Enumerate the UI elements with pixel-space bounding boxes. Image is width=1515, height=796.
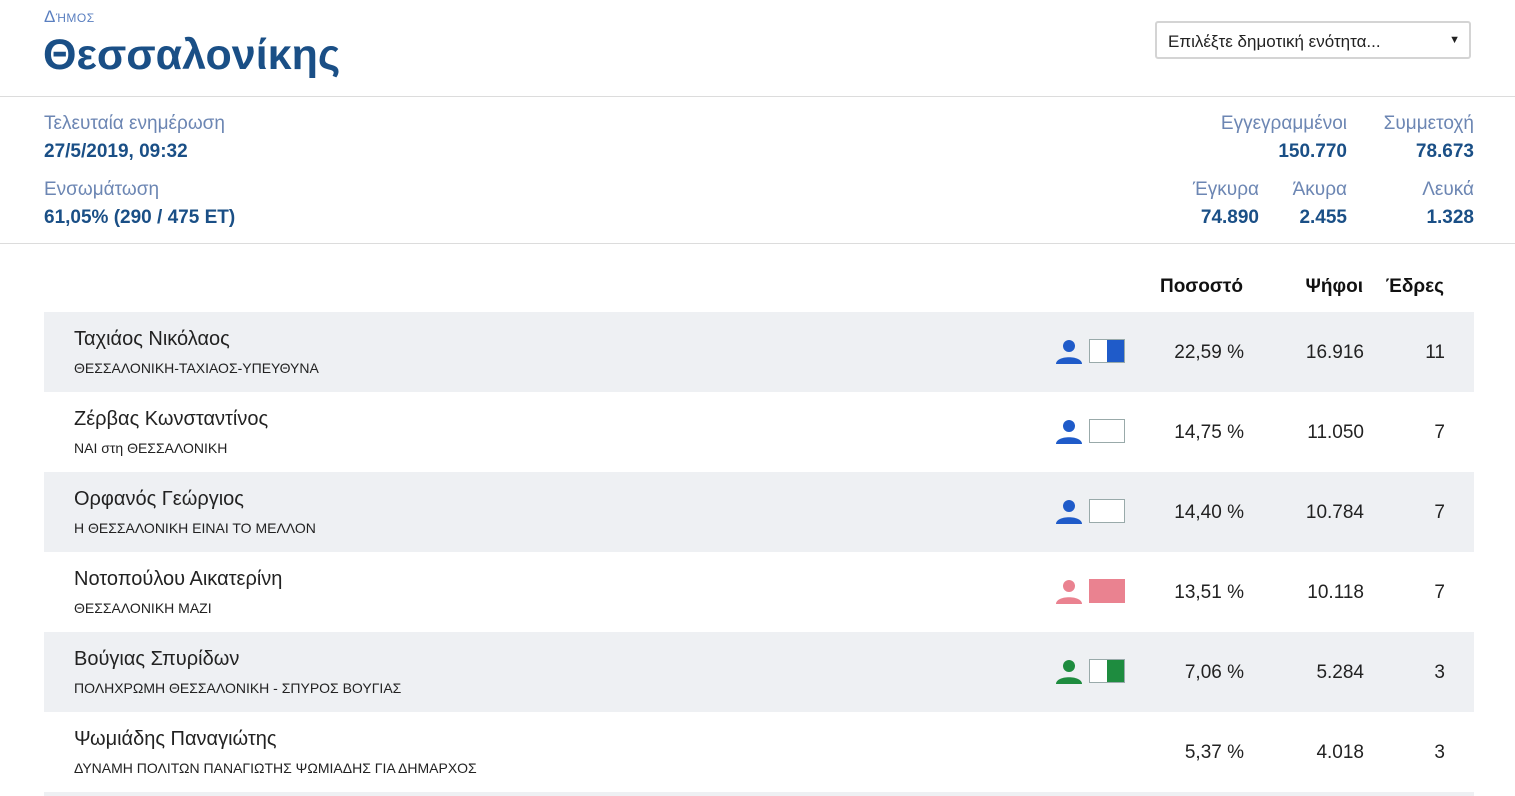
unit-select[interactable]: Επιλέξτε δημοτική ενότητα... ▼ — [1155, 21, 1471, 59]
last-update-label: Τελευταία ενημέρωση — [44, 113, 225, 134]
candidate-name: Ορφανός Γεώργιος — [74, 488, 244, 510]
turnout-label: Συμμετοχή — [1383, 113, 1474, 134]
party-name: ΔΥΝΑΜΗ ΠΟΛΙΤΩΝ ΠΑΝΑΓΙΩΤΗΣ ΨΩΜΙΑΔΗΣ ΓΙΑ Δ… — [74, 760, 477, 776]
party-color-swatch — [1089, 499, 1125, 523]
party-color-swatch — [1089, 339, 1125, 363]
table-row[interactable]: Ζέρβας Κωνσταντίνος ΝΑΙ στη ΘΕΣΣΑΛΟΝΙΚΗ 14… — [44, 392, 1474, 472]
invalid-label: Άκυρα — [1292, 179, 1347, 200]
swatch-fill — [1107, 660, 1124, 682]
column-header-percent: Ποσοστό — [1159, 276, 1243, 297]
party-name: ΘΕΣΣΑΛΟΝΙΚΗ-ΤΑΧΙΑΟΣ-ΥΠΕΥΘΥΝΑ — [74, 360, 319, 376]
seats-value: 3 — [1434, 662, 1445, 683]
page-header: Δήμος Θεσσαλονίκης Επιλέξτε δημοτική ενό… — [0, 0, 1515, 97]
seats-value: 3 — [1434, 742, 1445, 763]
party-name: ΠΟΛΗΧΡΩΜΗ ΘΕΣΣΑΛΟΝΙΚΗ - ΣΠΥΡΟΣ ΒΟΥΓΙΑΣ — [74, 680, 402, 696]
votes-value: 11.050 — [1307, 422, 1364, 443]
candidate-name: Νοτοπούλου Αικατερίνη — [74, 568, 283, 590]
votes-value: 4.018 — [1316, 742, 1364, 763]
valid-value: 74.890 — [1200, 207, 1259, 228]
incorporation-label: Ενσωμάτωση — [44, 179, 160, 200]
registered-label: Εγγεγραμμένοι — [1220, 113, 1347, 134]
swatch-fill — [1107, 340, 1124, 362]
percent-value: 13,51 % — [1174, 582, 1244, 603]
table-row[interactable]: Ψωμιάδης Παναγιώτης ΔΥΝΑΜΗ ΠΟΛΙΤΩΝ ΠΑΝΑΓΙ… — [44, 712, 1474, 792]
person-icon — [1055, 498, 1083, 526]
party-name: ΝΑΙ στη ΘΕΣΣΑΛΟΝΙΚΗ — [74, 440, 228, 456]
votes-value: 10.118 — [1307, 582, 1364, 603]
party-name: ΘΕΣΣΑΛΟΝΙΚΗ ΜΑΖΙ — [74, 600, 212, 616]
percent-value: 22,59 % — [1174, 342, 1244, 363]
party-name: Η ΘΕΣΣΑΛΟΝΙΚΗ ΕΙΝΑΙ ΤΟ ΜΕΛΛΟΝ — [74, 520, 316, 536]
municipality-name: Θεσσαλονίκης — [43, 31, 341, 79]
candidate-name: Βούγιας Σπυρίδων — [74, 648, 240, 670]
party-color-swatch — [1089, 419, 1125, 443]
seats-value: 7 — [1434, 502, 1445, 523]
table-row[interactable]: Ορφανός Γεώργιος Η ΘΕΣΣΑΛΟΝΙΚΗ ΕΙΝΑΙ ΤΟ Μ… — [44, 472, 1474, 552]
candidate-name: Ψωμιάδης Παναγιώτης — [74, 728, 277, 750]
party-color-swatch — [1089, 579, 1125, 603]
party-color-swatch — [1089, 659, 1125, 683]
person-icon — [1055, 578, 1083, 606]
blank-value: 1.328 — [1426, 207, 1474, 228]
votes-value: 16.916 — [1305, 342, 1364, 363]
candidate-name: Ταχιάος Νικόλαος — [74, 328, 230, 350]
percent-value: 7,06 % — [1184, 662, 1244, 683]
percent-value: 14,75 % — [1174, 422, 1244, 443]
incorporation-value: 61,05% (290 / 475 ΕΤ) — [44, 207, 236, 228]
swatch-fill — [1090, 580, 1124, 602]
last-update-value: 27/5/2019, 09:32 — [44, 141, 188, 162]
person-icon — [1055, 418, 1083, 446]
person-icon — [1055, 658, 1083, 686]
unit-select-value: Επιλέξτε δημοτική ενότητα... — [1168, 32, 1381, 51]
blank-label: Λευκά — [1422, 179, 1474, 200]
votes-value: 10.784 — [1305, 502, 1364, 523]
column-header-votes: Ψήφοι — [1305, 276, 1363, 297]
candidate-name: Ζέρβας Κωνσταντίνος — [74, 408, 269, 430]
valid-label: Έγκυρα — [1192, 179, 1259, 200]
seats-value: 7 — [1434, 422, 1445, 443]
invalid-value: 2.455 — [1299, 207, 1347, 228]
municipality-label: Δήμος — [44, 7, 95, 26]
person-icon — [1055, 338, 1083, 366]
list-bottom-edge — [44, 792, 1474, 796]
votes-value: 5.284 — [1316, 662, 1364, 683]
percent-value: 14,40 % — [1174, 502, 1244, 523]
table-row[interactable]: Νοτοπούλου Αικατερίνη ΘΕΣΣΑΛΟΝΙΚΗ ΜΑΖΙ 13,… — [44, 552, 1474, 632]
table-row[interactable]: Ταχιάος Νικόλαος ΘΕΣΣΑΛΟΝΙΚΗ-ΤΑΧΙΑΟΣ-ΥΠΕΥ… — [44, 312, 1474, 392]
stats-panel: Τελευταία ενημέρωση 27/5/2019, 09:32 Ενσ… — [0, 96, 1515, 244]
seats-value: 7 — [1434, 582, 1445, 603]
seats-value: 11 — [1425, 342, 1445, 363]
registered-value: 150.770 — [1278, 141, 1347, 162]
dropdown-arrow-icon: ▼ — [1449, 34, 1460, 46]
turnout-value: 78.673 — [1415, 141, 1474, 162]
column-header-seats: Έδρες — [1385, 276, 1444, 297]
percent-value: 5,37 % — [1184, 742, 1244, 763]
table-row[interactable]: Βούγιας Σπυρίδων ΠΟΛΗΧΡΩΜΗ ΘΕΣΣΑΛΟΝΙΚΗ - … — [44, 632, 1474, 712]
